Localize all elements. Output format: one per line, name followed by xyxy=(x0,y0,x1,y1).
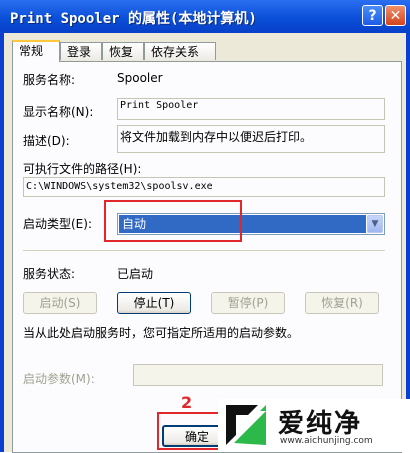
watermark-logo: 爱纯净 www.aichunjing.com xyxy=(218,399,410,452)
startup-type-label: 启动类型(E): xyxy=(23,217,92,231)
service-status-label: 服务状态: xyxy=(23,267,76,281)
description-label: 描述(D): xyxy=(23,134,70,148)
service-status-value: 已启动 xyxy=(117,267,154,281)
exe-path-field[interactable]: C:\WINDOWS\system32\spoolsv.exe xyxy=(23,177,385,197)
description-value: 将文件加载到内存中以便迟后打印。 xyxy=(120,130,313,144)
pause-button[interactable]: 暂停(P) xyxy=(211,292,285,314)
brand-url: www.aichunjing.com xyxy=(280,436,373,446)
service-name-label: 服务名称: xyxy=(23,73,76,87)
divider xyxy=(23,250,385,252)
start-params-label: 启动参数(M): xyxy=(23,372,95,386)
tab-dependencies[interactable]: 依存关系 xyxy=(144,42,216,60)
brand-logo-icon xyxy=(226,405,266,445)
chevron-down-icon[interactable]: ▼ xyxy=(367,215,383,233)
exe-path-label: 可执行文件的路径(H): xyxy=(23,162,142,176)
display-name-value: Print Spooler xyxy=(120,100,199,111)
tab-general[interactable]: 常规 xyxy=(12,40,60,62)
description-field[interactable]: 将文件加载到内存中以便迟后打印。 xyxy=(117,125,385,153)
resume-button[interactable]: 恢复(R) xyxy=(305,292,379,314)
annotation-step-number: 2 xyxy=(181,393,193,412)
annotation-box-startup-type xyxy=(104,200,242,242)
start-params-hint: 当从此处启动服务时，您可指定所适用的启动参数。 xyxy=(23,326,300,340)
close-button[interactable]: ✕ xyxy=(385,5,406,26)
start-button[interactable]: 启动(S) xyxy=(23,292,97,314)
tab-logon[interactable]: 登录 xyxy=(60,42,102,60)
start-params-input[interactable] xyxy=(133,364,383,386)
stop-button[interactable]: 停止(T) xyxy=(117,292,191,314)
display-name-label: 显示名称(N): xyxy=(23,105,94,119)
exe-path-value: C:\WINDOWS\system32\spoolsv.exe xyxy=(26,181,213,192)
service-name-value: Spooler xyxy=(117,71,163,85)
window-title: Print Spooler 的属性(本地计算机) xyxy=(10,11,257,27)
general-panel: 服务名称: Spooler 显示名称(N): Print Spooler 描述(… xyxy=(12,61,402,453)
brand-name: 爱纯净 xyxy=(278,409,363,439)
tab-recovery[interactable]: 恢复 xyxy=(102,42,144,60)
title-bar[interactable]: Print Spooler 的属性(本地计算机) ? ✕ xyxy=(0,0,410,33)
dialog-client: 常规 登录 恢复 依存关系 服务名称: Spooler 显示名称(N): Pri… xyxy=(4,33,406,453)
help-button[interactable]: ? xyxy=(362,5,383,26)
display-name-field[interactable]: Print Spooler xyxy=(117,98,385,120)
